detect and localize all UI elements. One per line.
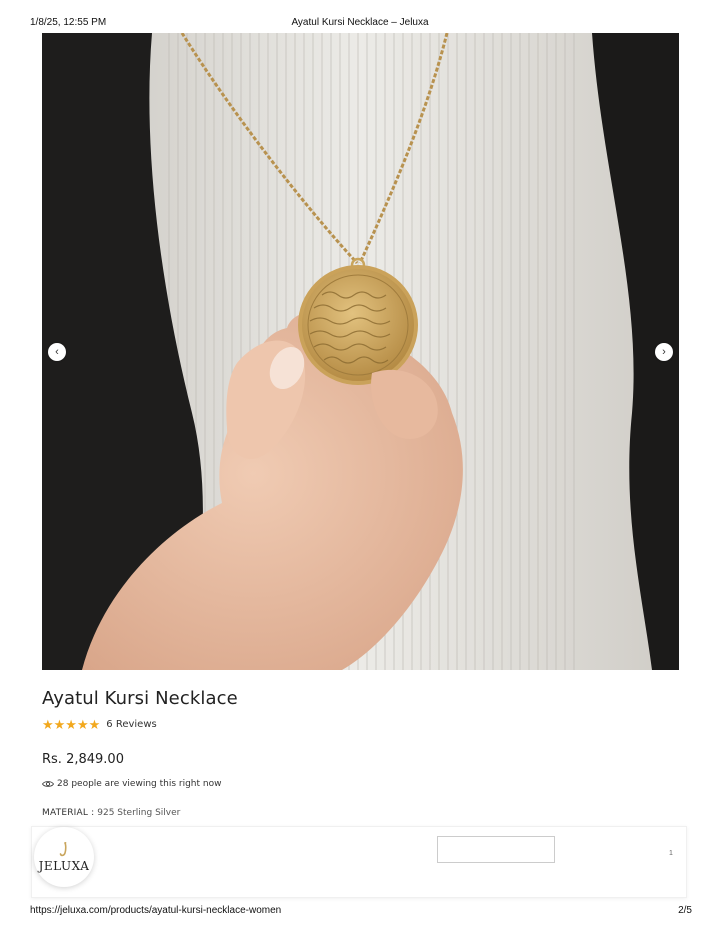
viewers-notice: 28 people are viewing this right now [42,779,221,789]
print-page-title: Ayatul Kursi Necklace – Jeluxa [291,17,429,28]
eye-icon [42,781,54,787]
brand-mark-icon [59,841,67,856]
material-label: MATERIAL : [42,808,95,818]
product-image[interactable] [42,33,679,670]
print-url: https://jeluxa.com/products/ayatul-kursi… [30,905,282,916]
gallery-next-button[interactable]: › [655,343,673,361]
sticky-bar-number: 1 [669,850,673,857]
viewers-text: 28 people are viewing this right now [57,779,222,789]
product-price: Rs. 2,849.00 [42,752,124,767]
material-info: MATERIAL : 925 Sterling Silver [42,808,180,818]
product-title: Ayatul Kursi Necklace [42,688,238,709]
print-page-number: 2/5 [678,905,692,916]
quantity-input[interactable] [437,836,555,863]
product-rating[interactable]: ★★★★★ 6 Reviews [42,717,157,731]
material-value: 925 Sterling Silver [97,808,181,818]
logo-text: JELUXA [38,858,90,873]
jeluxa-logo[interactable]: JELUXA [34,827,94,887]
sticky-add-to-cart-bar [31,826,687,898]
print-header: 1/8/25, 12:55 PM Ayatul Kursi Necklace –… [0,17,720,31]
chevron-left-icon: ‹ [55,345,59,358]
reviews-link[interactable]: 6 Reviews [106,719,156,730]
gallery-prev-button[interactable]: ‹ [48,343,66,361]
chevron-right-icon: › [662,345,666,358]
print-footer: https://jeluxa.com/products/ayatul-kursi… [0,905,720,919]
necklace-photo [42,33,679,670]
rating-stars-icon: ★★★★★ [42,716,101,732]
